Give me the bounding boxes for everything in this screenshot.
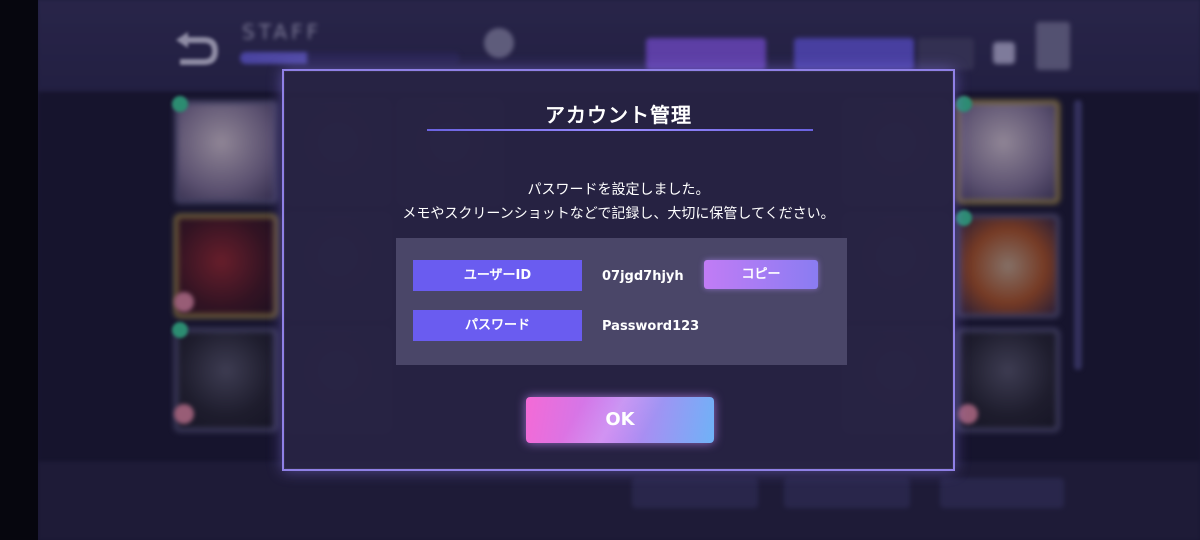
account-management-dialog: アカウント管理 パスワードを設定しました。 メモやスクリーンショットなどで記録し… [282, 69, 955, 471]
dialog-title: アカウント管理 [545, 103, 692, 127]
user-id-value: 07jgd7hjyh [602, 269, 684, 284]
password-label: パスワード [413, 310, 582, 341]
ok-button-label: OK [605, 409, 635, 430]
ok-button[interactable]: OK [526, 397, 714, 443]
credentials-box: ユーザーID 07jgd7hjyh コピー パスワード Password123 [396, 238, 847, 365]
dialog-message-line2: メモやスクリーンショットなどで記録し、大切に保管してください。 [402, 206, 835, 222]
password-value: Password123 [602, 319, 700, 334]
title-underline [427, 129, 813, 131]
user-id-label: ユーザーID [413, 260, 582, 291]
dialog-message-line1: パスワードを設定しました。 [527, 182, 710, 198]
copy-button[interactable]: コピー [704, 260, 818, 289]
